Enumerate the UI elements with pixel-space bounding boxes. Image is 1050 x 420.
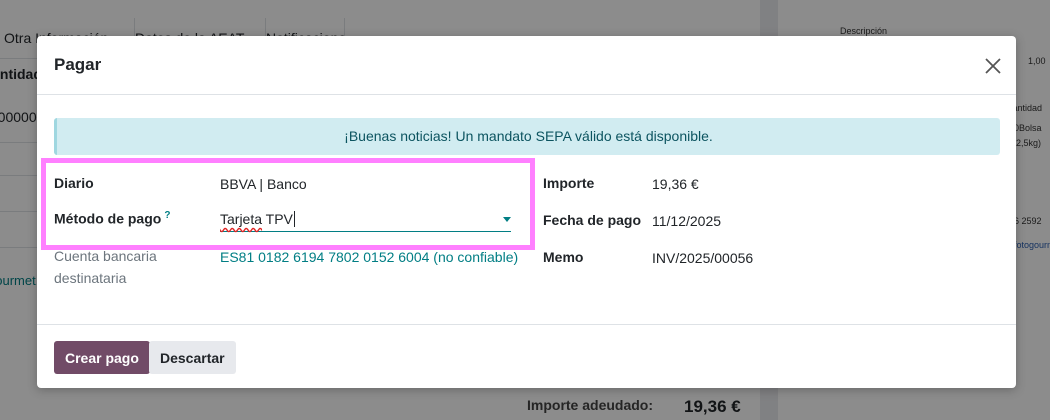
bank-account-label: Cuenta bancaria destinataria bbox=[54, 245, 157, 289]
bank-account-link[interactable]: ES81 0182 6194 7802 0152 6004 (no confia… bbox=[220, 249, 518, 265]
payment-dialog: Pagar ¡Buenas noticias! Un mandato SEPA … bbox=[37, 36, 1016, 388]
memo-field[interactable]: INV/2025/00056 bbox=[652, 250, 753, 266]
dialog-header: Pagar bbox=[37, 36, 1016, 95]
discard-button[interactable]: Descartar bbox=[149, 341, 236, 374]
payment-date-label: Fecha de pago bbox=[543, 212, 642, 228]
memo-label: Memo bbox=[543, 249, 584, 265]
payment-date-field[interactable]: 11/12/2025 bbox=[652, 213, 721, 229]
amount-label: Importe bbox=[543, 175, 595, 191]
dialog-title: Pagar bbox=[54, 55, 102, 74]
close-button[interactable] bbox=[980, 53, 1006, 79]
amount-field[interactable]: 19,36 € bbox=[652, 176, 699, 192]
create-payment-button[interactable]: Crear pago bbox=[54, 341, 150, 374]
highlight-box bbox=[41, 158, 535, 250]
bank-account-label-line2: destinataria bbox=[54, 270, 127, 286]
sepa-mandate-alert: ¡Buenas noticias! Un mandato SEPA válido… bbox=[54, 118, 1000, 155]
dialog-footer: Crear pago Descartar bbox=[37, 324, 1016, 389]
close-icon bbox=[985, 58, 1001, 74]
